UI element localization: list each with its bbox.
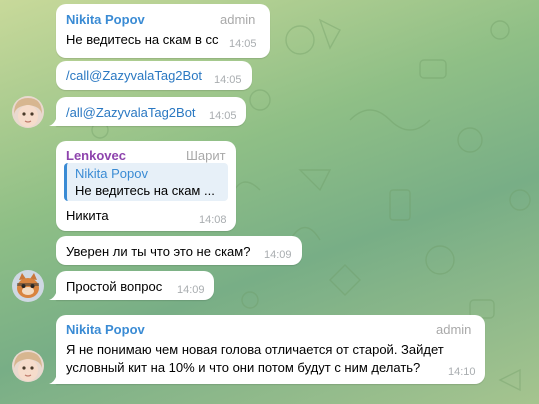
role-badge: admin <box>220 12 256 27</box>
message-time: 14:05 <box>209 110 237 122</box>
bot-command-link[interactable]: /all@ZazyvalaTag2Bot <box>66 104 196 121</box>
girl-avatar[interactable] <box>12 96 44 128</box>
message-bubble[interactable]: Nikita Popov admin Не ведитесь на скам в… <box>56 4 270 58</box>
message-text: Не ведитесь на скам в сс <box>66 32 219 47</box>
message-time: 14:05 <box>229 38 257 50</box>
girl-avatar[interactable] <box>12 350 44 382</box>
message-bubble[interactable]: Уверен ли ты что это не скам? 14:09 <box>56 236 302 265</box>
message-text: Простой вопрос <box>66 279 163 294</box>
reply-text: Не ведитесь на скам ... <box>75 183 215 198</box>
message-text: Уверен ли ты что это не скам? <box>66 244 251 259</box>
role-badge: admin <box>436 322 472 337</box>
message-text-line: условный кит на 10% и что они потом буду… <box>66 360 421 375</box>
message-bubble[interactable]: Простой вопрос 14:09 <box>49 271 214 300</box>
reply-quote[interactable]: Nikita Popov Не ведитесь на скам ... <box>64 163 228 201</box>
message-text: Никита <box>66 208 109 223</box>
message-time: 14:08 <box>199 214 227 226</box>
message-text-line: Я не понимаю чем новая голова отличается… <box>66 342 444 357</box>
message-time: 14:05 <box>214 74 242 86</box>
message-bubble[interactable]: /all@ZazyvalaTag2Bot 14:05 <box>49 97 246 126</box>
bot-command-link[interactable]: /call@ZazyvalaTag2Bot <box>66 67 202 84</box>
cat-sticker-avatar[interactable] <box>12 270 44 302</box>
message-time: 14:10 <box>448 366 476 378</box>
role-badge: Шарит <box>186 148 226 163</box>
bubble-tail <box>49 116 57 126</box>
message-time: 14:09 <box>177 284 205 296</box>
sender-name[interactable]: Nikita Popov <box>66 12 145 27</box>
message-bubble[interactable]: Lenkovec Шарит Nikita Popov Не ведитесь … <box>56 141 236 231</box>
message-bubble[interactable]: /call@ZazyvalaTag2Bot 14:05 <box>56 61 252 90</box>
bubble-tail <box>49 374 57 384</box>
sender-name[interactable]: Lenkovec <box>66 148 126 163</box>
message-bubble[interactable]: Nikita Popov admin Я не понимаю чем нова… <box>49 315 485 384</box>
message-time: 14:09 <box>264 249 292 261</box>
bubble-tail <box>49 290 57 300</box>
reply-author: Nikita Popov <box>75 166 148 181</box>
sender-name[interactable]: Nikita Popov <box>66 322 145 337</box>
